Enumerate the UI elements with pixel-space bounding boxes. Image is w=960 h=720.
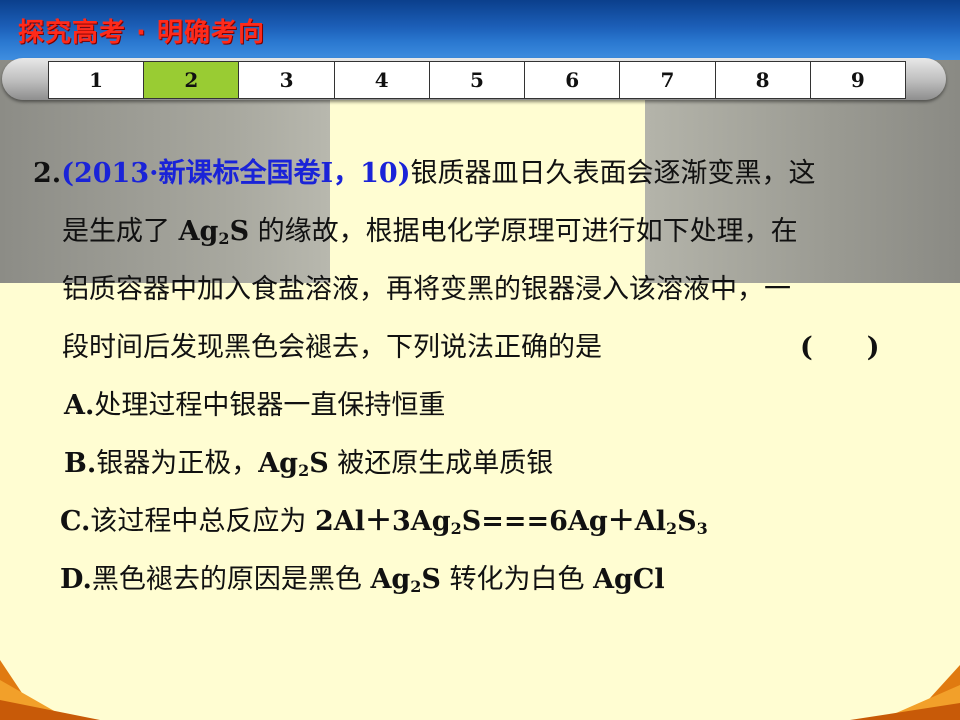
nav-item-5[interactable]: 5 xyxy=(429,62,526,98)
answer-parentheses: ( ) xyxy=(800,332,880,363)
eq-sub-3: 3 xyxy=(696,519,708,538)
eq-part-3: S xyxy=(677,506,697,537)
option-b[interactable]: B.银器为正极，Ag2S 被还原生成单质银 xyxy=(64,444,553,484)
decorative-corner-left xyxy=(0,660,100,720)
option-d-letter: D. xyxy=(60,564,92,595)
question-line-1: 2.(2013·新课标全国卷Ⅰ，10)银质器皿日久表面会逐渐变黑，这 xyxy=(33,154,816,194)
chem-s: S xyxy=(309,448,329,479)
option-b-chem: Ag2S xyxy=(258,448,328,479)
nav-item-7[interactable]: 7 xyxy=(620,62,716,98)
option-b-letter: B. xyxy=(64,448,97,479)
header-title: 探究高考 · 明确考向 xyxy=(18,18,265,48)
eq-part-2: S===6Ag＋Al xyxy=(461,506,666,537)
nav-item-4[interactable]: 4 xyxy=(334,62,430,98)
nav-item-9[interactable]: 9 xyxy=(810,62,905,98)
option-b-text-post: 被还原生成单质银 xyxy=(328,448,554,479)
chem-ag2s: Ag2S xyxy=(179,216,249,247)
chem-agcl: AgCl xyxy=(593,564,665,595)
chem-sub: 2 xyxy=(218,229,230,248)
chem-sub: 2 xyxy=(410,577,422,596)
question-text-2b: 的缘故，根据电化学原理可进行如下处理，在 xyxy=(249,216,798,247)
chem-sub: 2 xyxy=(298,461,310,480)
question-line-4: 段时间后发现黑色会褪去，下列说法正确的是 xyxy=(62,328,602,368)
chem-ag: Ag xyxy=(370,564,411,595)
question-text-4: 段时间后发现黑色会褪去，下列说法正确的是 xyxy=(62,332,602,363)
decorative-corner-right xyxy=(850,665,960,720)
option-c-equation: 2Al＋3Ag2S===6Ag＋Al2S3 xyxy=(315,506,708,537)
question-line-3: 铝质容器中加入食盐溶液，再将变黑的银器浸入该溶液中，一 xyxy=(62,274,791,305)
question-line-2: 是生成了 Ag2S 的缘故，根据电化学原理可进行如下处理，在 xyxy=(62,212,798,252)
nav-item-1[interactable]: 1 xyxy=(49,62,145,98)
option-b-text-pre: 银器为正极， xyxy=(96,448,259,479)
question-text-2a: 是生成了 xyxy=(62,216,179,247)
option-d[interactable]: D.黑色褪去的原因是黑色 Ag2S 转化为白色 AgCl xyxy=(60,560,665,600)
question-source: (2013·新课标全国卷Ⅰ，10) xyxy=(61,158,411,189)
option-d-text-pre: 黑色褪去的原因是黑色 xyxy=(91,564,371,595)
option-a-letter: A. xyxy=(64,390,95,421)
eq-part-1: 2Al＋3Ag xyxy=(315,506,451,537)
header-bar: 探究高考 · 明确考向 xyxy=(0,0,960,60)
nav-item-6[interactable]: 6 xyxy=(525,62,621,98)
option-c-text-pre: 该过程中总反应为 xyxy=(90,506,316,537)
eq-sub-2: 2 xyxy=(665,519,678,538)
nav-item-8[interactable]: 8 xyxy=(715,62,811,98)
option-d-chem: Ag2S xyxy=(370,564,440,595)
chem-ag: Ag xyxy=(258,448,299,479)
nav-item-3[interactable]: 3 xyxy=(239,62,335,98)
question-number: 2. xyxy=(33,158,62,189)
chem-s: S xyxy=(229,216,250,247)
chem-s: S xyxy=(421,564,441,595)
eq-sub-1: 2 xyxy=(450,519,462,538)
option-c-letter: C. xyxy=(60,506,91,537)
question-nav: 1 2 3 4 5 6 7 8 9 xyxy=(48,61,906,99)
option-a[interactable]: A.处理过程中银器一直保持恒重 xyxy=(64,386,445,426)
chem-ag: Ag xyxy=(178,216,219,247)
option-d-text-mid: 转化为白色 xyxy=(440,564,594,595)
question-text-1: 银质器皿日久表面会逐渐变黑，这 xyxy=(410,158,816,189)
option-a-text: 处理过程中银器一直保持恒重 xyxy=(94,390,446,421)
option-c[interactable]: C.该过程中总反应为 2Al＋3Ag2S===6Ag＋Al2S3 xyxy=(60,502,708,542)
nav-item-2[interactable]: 2 xyxy=(144,62,240,98)
